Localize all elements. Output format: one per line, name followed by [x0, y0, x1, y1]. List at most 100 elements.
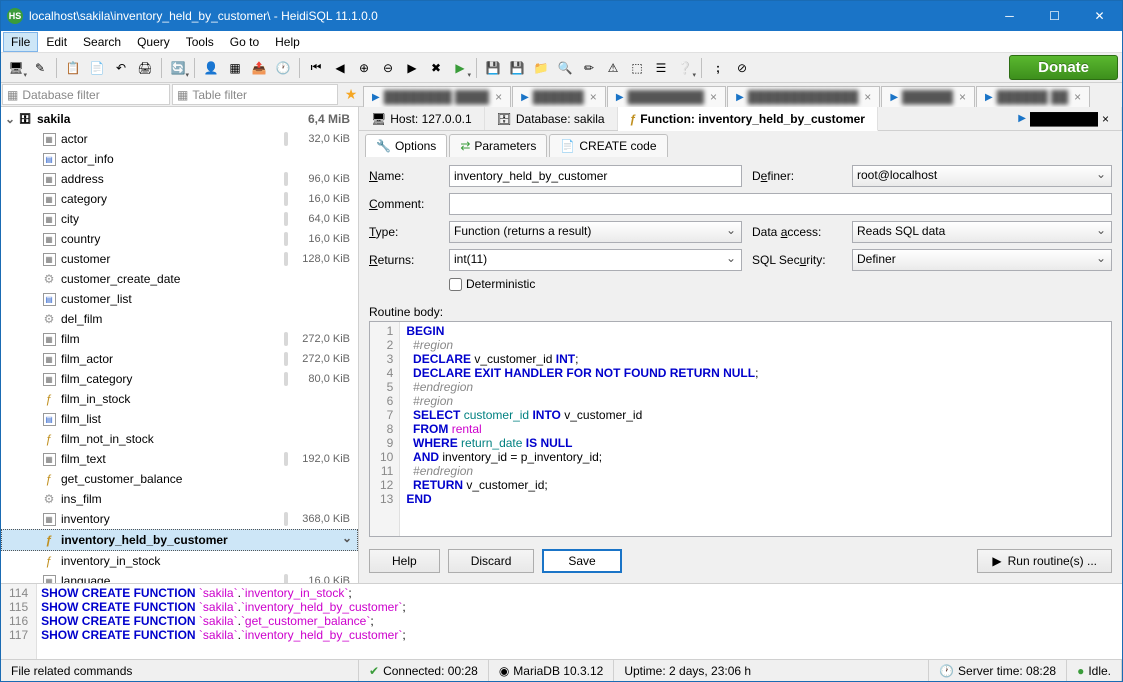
tb-user[interactable]: 👤: [200, 57, 222, 79]
tb-format[interactable]: ☰: [650, 57, 672, 79]
tree-item[interactable]: ƒfilm_in_stock: [1, 389, 358, 409]
tree-item[interactable]: ƒget_customer_balance: [1, 469, 358, 489]
comment-input[interactable]: [449, 193, 1112, 215]
menu-search[interactable]: Search: [75, 32, 129, 52]
tb-paste[interactable]: 📄: [86, 57, 108, 79]
tree-item[interactable]: ▦address96,0 KiB: [1, 169, 358, 189]
tree-item[interactable]: ▤customer_list: [1, 289, 358, 309]
tb-stop[interactable]: ⊘: [731, 57, 753, 79]
type-select[interactable]: Function (returns a result): [449, 221, 742, 243]
table-filter[interactable]: ▦ Table filter: [172, 84, 338, 105]
tb-warn[interactable]: ⚠: [602, 57, 624, 79]
dataaccess-select[interactable]: Reads SQL data: [852, 221, 1112, 243]
tb-cancel[interactable]: ✖: [425, 57, 447, 79]
tree-item[interactable]: ▦film_category80,0 KiB: [1, 369, 358, 389]
tb-semicolon[interactable]: ;: [707, 57, 729, 79]
tb-time[interactable]: 🕐: [272, 57, 294, 79]
tab-close-icon[interactable]: ×: [1074, 90, 1081, 104]
tb-undo[interactable]: ↶: [110, 57, 132, 79]
tb-saveall[interactable]: 💾: [506, 57, 528, 79]
run-routine-button[interactable]: ▶Run routine(s) ...: [977, 549, 1112, 573]
tree-item[interactable]: ▦actor32,0 KiB: [1, 129, 358, 149]
tab-database[interactable]: 🗄Database: sakila: [485, 107, 618, 130]
tab-close-icon[interactable]: ×: [864, 90, 871, 104]
tree-item[interactable]: ▦film272,0 KiB: [1, 329, 358, 349]
save-button[interactable]: Save: [542, 549, 621, 573]
close-button[interactable]: ✕: [1077, 1, 1122, 31]
tree-item[interactable]: ▦film_text192,0 KiB: [1, 449, 358, 469]
tree-item[interactable]: ▤actor_info: [1, 149, 358, 169]
tree-item[interactable]: ƒinventory_in_stock: [1, 551, 358, 571]
tree-item[interactable]: ▤film_list: [1, 409, 358, 429]
minimize-button[interactable]: ─: [987, 1, 1032, 31]
session-tab[interactable]: ▶█████████████×: [727, 86, 880, 107]
subtab-parameters[interactable]: ⇄Parameters: [449, 134, 547, 157]
tab-close-icon[interactable]: ×: [590, 90, 597, 104]
name-input[interactable]: [449, 165, 742, 187]
tab-host[interactable]: 🖥Host: 127.0.0.1: [359, 107, 485, 130]
editor-code[interactable]: BEGIN #region DECLARE v_customer_id INT;…: [400, 322, 764, 536]
maximize-button[interactable]: ☐: [1032, 1, 1077, 31]
sqlsec-select[interactable]: Definer: [852, 249, 1112, 271]
tb-find[interactable]: 🔍: [554, 57, 576, 79]
tb-prev[interactable]: ◀: [329, 57, 351, 79]
tree-item[interactable]: ▦language16,0 KiB: [1, 571, 358, 583]
tb-help[interactable]: ❔: [674, 57, 696, 79]
session-tab[interactable]: ▶██████×: [881, 86, 975, 107]
tb-add[interactable]: ⊕: [353, 57, 375, 79]
tb-save[interactable]: 💾: [482, 57, 504, 79]
session-tab[interactable]: ▶█████████×: [607, 86, 726, 107]
tree-item[interactable]: ⚙customer_create_date: [1, 269, 358, 289]
tb-print[interactable]: 🖨: [134, 57, 156, 79]
tb-export[interactable]: 📤: [248, 57, 270, 79]
tb-table[interactable]: ▦: [224, 57, 246, 79]
tb-first[interactable]: ⏮: [305, 57, 327, 79]
tree-item[interactable]: ▦film_actor272,0 KiB: [1, 349, 358, 369]
menu-help[interactable]: Help: [267, 32, 308, 52]
tab-close-icon[interactable]: ×: [959, 90, 966, 104]
tb-new[interactable]: ✎: [29, 57, 51, 79]
help-button[interactable]: Help: [369, 549, 440, 573]
sql-log[interactable]: 114115116117 SHOW CREATE FUNCTION `sakil…: [1, 583, 1122, 659]
tree-item[interactable]: ƒinventory_held_by_customer: [1, 529, 358, 551]
session-tab[interactable]: ▶████████ ████×: [363, 86, 511, 107]
tree-db-node[interactable]: ⌄ 🗄 sakila 6,4 MiB: [1, 109, 358, 129]
menu-edit[interactable]: Edit: [38, 32, 75, 52]
database-tree[interactable]: ⌄ 🗄 sakila 6,4 MiB ▦actor32,0 KiB▤actor_…: [1, 107, 359, 583]
tb-run[interactable]: ▶: [449, 57, 471, 79]
tb-vars[interactable]: ⬚: [626, 57, 648, 79]
menu-tools[interactable]: Tools: [178, 32, 222, 52]
routine-body-editor[interactable]: 12345678910111213 BEGIN #region DECLARE …: [369, 321, 1112, 537]
tree-item[interactable]: ▦customer128,0 KiB: [1, 249, 358, 269]
tab-close-icon[interactable]: ×: [495, 90, 502, 104]
menu-file[interactable]: File: [3, 32, 38, 52]
tree-item[interactable]: ▦city64,0 KiB: [1, 209, 358, 229]
tb-copy[interactable]: 📋: [62, 57, 84, 79]
subtab-create[interactable]: 📄CREATE code: [549, 134, 667, 157]
tab-function[interactable]: ƒFunction: inventory_held_by_customer: [618, 107, 878, 131]
tb-snippet[interactable]: 📁: [530, 57, 552, 79]
menu-goto[interactable]: Go to: [222, 32, 267, 52]
tree-item[interactable]: ƒfilm_not_in_stock: [1, 429, 358, 449]
returns-select[interactable]: int(11): [449, 249, 742, 271]
tree-item[interactable]: ▦country16,0 KiB: [1, 229, 358, 249]
subtab-options[interactable]: 🔧Options: [365, 134, 447, 157]
session-tab[interactable]: ▶██████×: [512, 86, 606, 107]
tb-replace[interactable]: ✏: [578, 57, 600, 79]
definer-select[interactable]: root@localhost: [852, 165, 1112, 187]
session-tab-overflow[interactable]: ▶████████×: [878, 107, 1122, 130]
tree-item[interactable]: ▦category16,0 KiB: [1, 189, 358, 209]
favorites-toggle[interactable]: ★: [339, 83, 363, 106]
tb-session[interactable]: 🖥: [5, 57, 27, 79]
tree-item[interactable]: ⚙ins_film: [1, 489, 358, 509]
tree-item[interactable]: ▦inventory368,0 KiB: [1, 509, 358, 529]
tree-item[interactable]: ⚙del_film: [1, 309, 358, 329]
session-tab[interactable]: ▶██████ ██×: [976, 86, 1090, 107]
menu-query[interactable]: Query: [129, 32, 178, 52]
tb-remove[interactable]: ⊖: [377, 57, 399, 79]
tb-refresh[interactable]: 🔄: [167, 57, 189, 79]
donate-button[interactable]: Donate: [1009, 55, 1118, 80]
deterministic-checkbox[interactable]: Deterministic: [449, 277, 742, 291]
discard-button[interactable]: Discard: [448, 549, 535, 573]
database-filter[interactable]: ▦ Database filter: [2, 84, 170, 105]
